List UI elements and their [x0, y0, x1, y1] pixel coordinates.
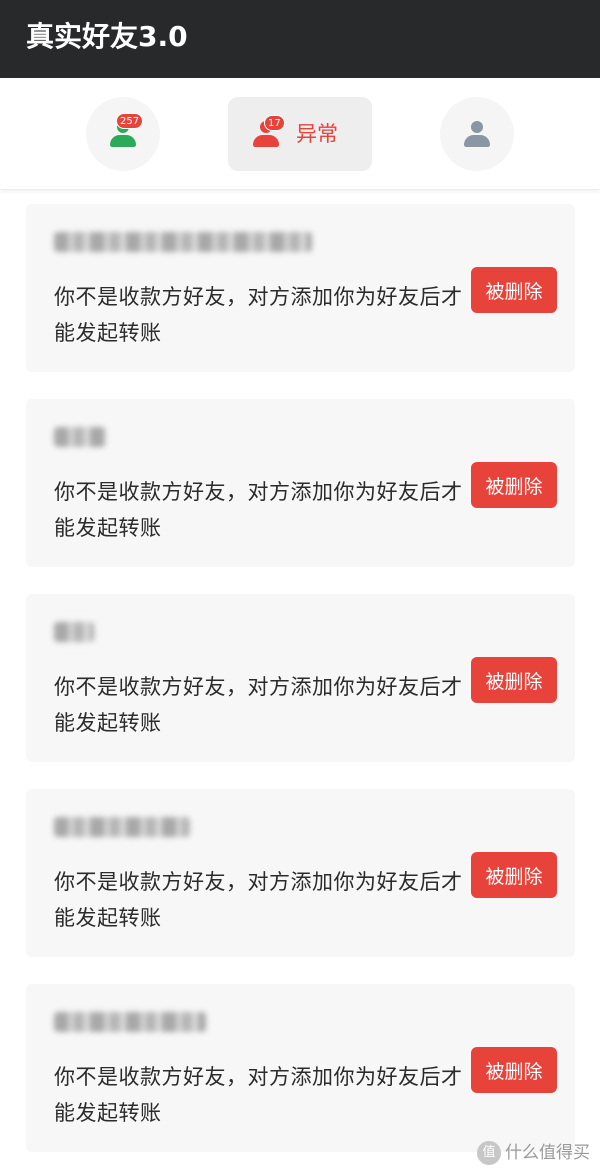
blurred-contact-name	[54, 817, 190, 837]
abnormal-count-badge: 17	[264, 115, 285, 131]
error-message: 你不是收款方好友，对方添加你为好友后才能发起转账	[54, 480, 463, 540]
watermark-text: 什么值得买	[505, 1143, 590, 1163]
error-message: 你不是收款方好友，对方添加你为好友后才能发起转账	[54, 285, 463, 345]
list-item: 你不是收款方好友，对方添加你为好友后才能发起转账 被删除	[26, 594, 575, 762]
list-item: 你不是收款方好友，对方添加你为好友后才能发起转账 被删除	[26, 789, 575, 957]
watermark: 值什么值得买	[477, 1140, 590, 1166]
deleted-status-button[interactable]: 被删除	[471, 852, 557, 898]
error-message: 你不是收款方好友，对方添加你为好友后才能发起转账	[54, 870, 463, 930]
person-icon	[463, 121, 491, 149]
list-item: 你不是收款方好友，对方添加你为好友后才能发起转账 被删除	[26, 399, 575, 567]
tab-friends[interactable]: 257	[86, 97, 160, 171]
blurred-contact-name	[54, 1012, 206, 1032]
app-title-bar: 真实好友3.0	[0, 0, 600, 78]
app-title: 真实好友3.0	[26, 20, 188, 53]
blurred-contact-name	[54, 427, 106, 447]
deleted-status-button[interactable]: 被删除	[471, 462, 557, 508]
tab-abnormal-label: 异常	[296, 122, 338, 146]
deleted-status-button[interactable]: 被删除	[471, 1047, 557, 1093]
error-message: 你不是收款方好友，对方添加你为好友后才能发起转账	[54, 1065, 463, 1125]
list-item: 你不是收款方好友，对方添加你为好友后才能发起转账 被删除	[26, 204, 575, 372]
tab-bar: 257 17 异常	[0, 78, 600, 190]
error-message: 你不是收款方好友，对方添加你为好友后才能发起转账	[54, 675, 463, 735]
deleted-status-button[interactable]: 被删除	[471, 657, 557, 703]
blurred-contact-name	[54, 232, 312, 252]
blurred-contact-name	[54, 622, 94, 642]
deleted-status-button[interactable]: 被删除	[471, 267, 557, 313]
list-item: 你不是收款方好友，对方添加你为好友后才能发起转账 被删除	[26, 984, 575, 1152]
tab-other[interactable]	[440, 97, 514, 171]
watermark-logo-icon: 值	[477, 1141, 501, 1165]
friends-count-badge: 257	[116, 113, 144, 129]
tab-abnormal[interactable]: 17 异常	[228, 97, 372, 171]
